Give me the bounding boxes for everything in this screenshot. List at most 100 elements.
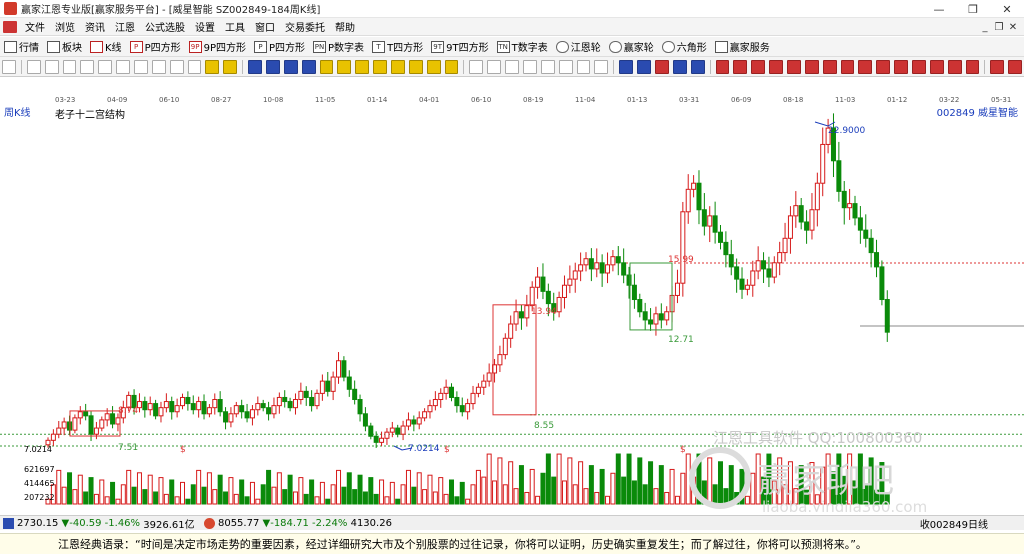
kline-icon bbox=[90, 40, 103, 53]
drawing-tool-32[interactable] bbox=[540, 59, 555, 74]
toolbar-service-button[interactable]: 赢家服务 bbox=[711, 38, 774, 56]
volume-bar bbox=[147, 474, 153, 505]
drawing-tool-43[interactable] bbox=[715, 59, 730, 74]
drawing-tool-23[interactable] bbox=[391, 59, 405, 74]
menu-help[interactable]: 帮助 bbox=[330, 19, 360, 34]
volume-bar bbox=[578, 461, 584, 505]
volume-bar bbox=[88, 477, 94, 505]
volume-bar bbox=[486, 453, 492, 505]
drawing-tool-53[interactable] bbox=[894, 59, 909, 74]
drawing-tool-8[interactable] bbox=[134, 59, 148, 74]
drawing-tool-20[interactable] bbox=[337, 59, 352, 74]
toolbar-hexagon-button[interactable]: 六角形 bbox=[658, 38, 711, 56]
toolbar-gann-wheel-button[interactable]: 江恩轮 bbox=[552, 38, 605, 56]
drawing-tool-12[interactable] bbox=[205, 59, 220, 74]
maximize-button[interactable]: ❐ bbox=[956, 0, 990, 18]
menu-tools[interactable]: 工具 bbox=[220, 19, 250, 34]
toolbar-quotes-button[interactable]: 行情 bbox=[0, 38, 43, 56]
toolbar-p-square2-button[interactable]: P P四方形 bbox=[250, 38, 309, 56]
minimize-button[interactable]: — bbox=[922, 0, 956, 18]
drawing-tool-7[interactable] bbox=[116, 59, 130, 74]
toolbar-winner-wheel-button[interactable]: 赢家轮 bbox=[605, 38, 658, 56]
drawing-tool-11[interactable] bbox=[187, 59, 202, 74]
drawing-tool-55[interactable] bbox=[929, 59, 944, 74]
drawing-tool-9[interactable] bbox=[151, 59, 166, 74]
drawing-tool-31[interactable] bbox=[523, 59, 537, 74]
drawing-tool-45[interactable] bbox=[751, 59, 766, 74]
drawing-tool-39[interactable] bbox=[655, 59, 669, 74]
close-button[interactable]: ✕ bbox=[990, 0, 1024, 18]
toolbar-kline-button[interactable]: K线 bbox=[86, 38, 126, 56]
drawing-tool-35[interactable] bbox=[594, 59, 609, 74]
drawing-tool-49[interactable] bbox=[822, 59, 837, 74]
menu-window[interactable]: 窗口 bbox=[250, 19, 280, 34]
drawing-tool-5[interactable] bbox=[80, 59, 95, 74]
candle-body bbox=[583, 258, 589, 266]
drawing-tool-13[interactable] bbox=[223, 59, 238, 74]
drawing-tool-34[interactable] bbox=[576, 59, 591, 74]
drawing-tool-50[interactable] bbox=[840, 59, 855, 74]
drawing-tool-47[interactable] bbox=[787, 59, 801, 74]
drawing-tool-24[interactable] bbox=[408, 59, 423, 74]
drawing-tool-22[interactable] bbox=[373, 59, 388, 74]
mdi-minimize-button[interactable]: _ bbox=[978, 22, 992, 33]
drawing-tool-56[interactable] bbox=[947, 59, 962, 74]
drawing-tool-4[interactable] bbox=[62, 59, 77, 74]
candle-body bbox=[72, 417, 78, 431]
volume-bar bbox=[319, 481, 325, 505]
toolbar-t-number-button[interactable]: TN T数字表 bbox=[493, 38, 552, 56]
drawing-tool-21[interactable] bbox=[355, 59, 370, 74]
drawing-tool-54[interactable] bbox=[912, 59, 926, 74]
menu-browse[interactable]: 浏览 bbox=[50, 19, 80, 34]
toolbar-p-number-button[interactable]: PN P数字表 bbox=[309, 38, 368, 56]
drawing-tool-28[interactable] bbox=[469, 59, 484, 74]
drawing-tool-51[interactable] bbox=[858, 59, 873, 74]
drawing-tool-15[interactable] bbox=[248, 59, 262, 74]
drawing-tool-40[interactable] bbox=[672, 59, 687, 74]
drawing-tool-33[interactable] bbox=[558, 59, 573, 74]
drawing-tool-10[interactable] bbox=[169, 59, 184, 74]
drawing-tool-19[interactable] bbox=[319, 59, 334, 74]
mdi-close-button[interactable]: ✕ bbox=[1006, 22, 1020, 33]
drawing-tool-37[interactable] bbox=[619, 59, 634, 74]
menu-trade[interactable]: 交易委托 bbox=[280, 19, 330, 34]
drawing-tool-38[interactable] bbox=[637, 59, 652, 74]
drawing-tool-52[interactable] bbox=[876, 59, 891, 74]
volume-bar bbox=[395, 498, 401, 505]
drawing-tool-17[interactable] bbox=[283, 59, 298, 74]
drawing-tool-26[interactable] bbox=[444, 59, 459, 74]
drawing-tool-48[interactable] bbox=[804, 59, 819, 74]
drawing-tool-18[interactable] bbox=[301, 59, 316, 74]
drawing-tool-3[interactable] bbox=[44, 59, 59, 74]
candle-body bbox=[77, 411, 83, 419]
drawing-tool-46[interactable] bbox=[769, 59, 784, 74]
volume-bar bbox=[443, 493, 449, 505]
menu-formula[interactable]: 公式选股 bbox=[140, 19, 190, 34]
menu-news[interactable]: 资讯 bbox=[80, 19, 110, 34]
toolbar-9p-square-button[interactable]: 9P 9P四方形 bbox=[185, 38, 250, 56]
drawing-tool-44[interactable] bbox=[733, 59, 748, 74]
candle-body bbox=[502, 337, 508, 356]
menu-settings[interactable]: 设置 bbox=[190, 19, 220, 34]
toolbar-9t-square-button[interactable]: 9T 9T四方形 bbox=[427, 38, 492, 56]
mdi-restore-button[interactable]: ❐ bbox=[992, 22, 1006, 33]
drawing-tool-0[interactable] bbox=[2, 59, 16, 74]
drawing-tool-6[interactable] bbox=[98, 59, 113, 74]
toolbar-blocks-button[interactable]: 板块 bbox=[43, 38, 86, 56]
drawing-tool-59[interactable] bbox=[990, 59, 1005, 74]
candlestick-chart[interactable]: 22.9000 7.0214 8.74 7.51 13.94 8.55 15.99 12.71… bbox=[0, 106, 1024, 512]
drawing-tool-2[interactable] bbox=[26, 59, 41, 74]
drawing-tool-60[interactable] bbox=[1008, 59, 1023, 74]
drawing-tool-16[interactable] bbox=[266, 59, 280, 74]
candle-body bbox=[249, 409, 255, 419]
drawing-tool-29[interactable] bbox=[487, 59, 502, 74]
toolbar-t-square-button[interactable]: T T四方形 bbox=[368, 38, 427, 56]
toolbar-p-square-button[interactable]: P P四方形 bbox=[126, 38, 185, 56]
drawing-tool-57[interactable] bbox=[965, 59, 980, 74]
drawing-tool-25[interactable] bbox=[426, 59, 441, 74]
menu-file[interactable]: 文件 bbox=[20, 19, 50, 34]
menu-gann[interactable]: 江恩 bbox=[110, 19, 140, 34]
drawing-tool-41[interactable] bbox=[690, 59, 705, 74]
candle-body bbox=[454, 396, 460, 407]
drawing-tool-30[interactable] bbox=[505, 59, 520, 74]
